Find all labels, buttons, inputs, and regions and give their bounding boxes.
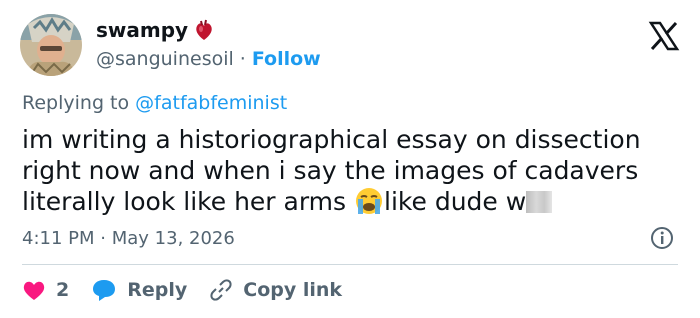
- reply-mention-link[interactable]: @fatfabfeminist: [135, 92, 287, 114]
- author-handle[interactable]: @sanguinesoil: [96, 48, 234, 70]
- tweet-text-part2: like dude w: [384, 187, 527, 216]
- like-button[interactable]: 2: [22, 279, 69, 301]
- like-count: 2: [56, 279, 70, 301]
- x-logo-icon[interactable]: [648, 20, 680, 52]
- info-icon[interactable]: [650, 226, 674, 250]
- replying-prefix: Replying to: [22, 92, 130, 114]
- anatomical-heart-icon: [194, 19, 214, 41]
- tweet-date: May 13, 2026: [111, 228, 235, 249]
- reply-bubble-icon: [91, 278, 117, 302]
- copy-link-button[interactable]: Copy link: [209, 278, 342, 302]
- meta-separator: ·: [100, 228, 106, 249]
- avatar[interactable]: [20, 14, 82, 76]
- blurred-text: [526, 191, 553, 213]
- reply-label: Reply: [127, 279, 188, 301]
- replying-to: Replying to @fatfabfeminist: [22, 92, 287, 114]
- author-name[interactable]: swampy: [96, 18, 188, 42]
- copy-link-label: Copy link: [243, 279, 343, 301]
- reply-button[interactable]: Reply: [91, 278, 187, 302]
- tweet-timestamp[interactable]: 4:11 PM · May 13, 2026: [22, 228, 235, 249]
- heart-icon: [22, 279, 46, 301]
- divider: [22, 264, 678, 265]
- link-icon: [209, 278, 233, 302]
- action-bar: 2 Reply Copy link: [22, 278, 364, 302]
- follow-button[interactable]: Follow: [252, 48, 321, 70]
- tweet-text: im writing a historiographical essay on …: [22, 124, 682, 223]
- handle-separator: ·: [239, 48, 246, 70]
- loudly-crying-face-emoji: [354, 186, 384, 223]
- tweet-time: 4:11 PM: [22, 228, 95, 249]
